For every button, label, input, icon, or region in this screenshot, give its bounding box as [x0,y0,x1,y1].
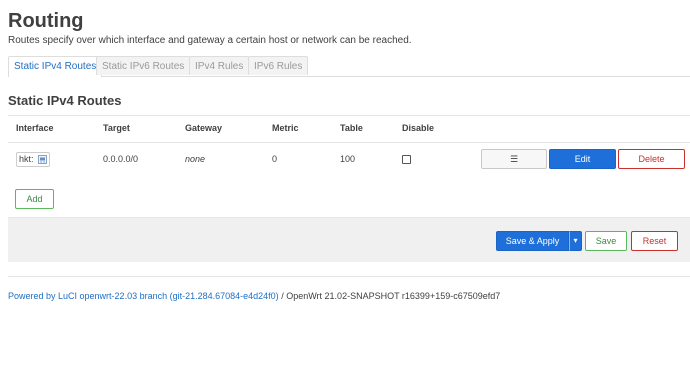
page-title: Routing [8,10,84,32]
table-header: Interface Target Gateway Metric Table Di… [8,115,690,143]
drag-handle-button[interactable]: ☰ [481,149,547,169]
delete-button[interactable]: Delete [618,149,685,169]
tab-ipv6-rules[interactable]: IPv6 Rules [248,56,309,75]
column-header-interface: Interface [16,123,54,133]
route-table: 100 [340,154,356,164]
save-apply-button[interactable]: Save & Apply [496,231,569,251]
save-button[interactable]: Save [585,231,627,251]
interface-badge: hkt: [16,152,50,167]
section-title: Static IPv4 Routes [8,93,122,108]
route-target: 0.0.0.0/0 [103,154,139,164]
action-bar: Save & Apply ▾ Save Reset [8,217,690,262]
footer: Powered by LuCI openwrt-22.03 branch (gi… [8,291,500,301]
route-metric: 0 [272,154,278,164]
footer-divider [8,276,690,277]
openwrt-version-text: / OpenWrt 21.02-SNAPSHOT r16399+159-c675… [281,291,501,301]
drag-handle-icon: ☰ [509,154,519,164]
table-row: hkt: 0.0.0.0/0 none 0 100 ☰ Edit Delete [8,143,690,175]
column-header-metric: Metric [272,123,299,133]
column-header-disable: Disable [402,123,435,133]
add-route-button[interactable]: Add [15,189,54,209]
tab-ipv4-rules[interactable]: IPv4 Rules [189,56,250,75]
page-description: Routes specify over which interface and … [8,35,412,46]
route-gateway: none [185,154,206,164]
luci-version-link[interactable]: Powered by LuCI openwrt-22.03 branch (gi… [8,291,279,301]
tab-static-ipv4-routes[interactable]: Static IPv4 Routes [8,56,103,77]
edit-button[interactable]: Edit [549,149,616,169]
interface-name: hkt: [19,154,34,164]
routing-page: Routing Routes specify over which interf… [0,0,690,383]
column-header-table: Table [340,123,363,133]
disable-checkbox[interactable] [402,155,411,164]
reset-button[interactable]: Reset [631,231,678,251]
tab-static-ipv6-routes[interactable]: Static IPv6 Routes [96,56,191,75]
column-header-gateway: Gateway [185,123,223,133]
tab-bar: Static IPv4 Routes Static IPv6 Routes IP… [8,56,690,77]
column-header-target: Target [103,123,130,133]
network-port-icon [38,155,47,164]
save-apply-dropdown-icon[interactable]: ▾ [569,231,582,251]
